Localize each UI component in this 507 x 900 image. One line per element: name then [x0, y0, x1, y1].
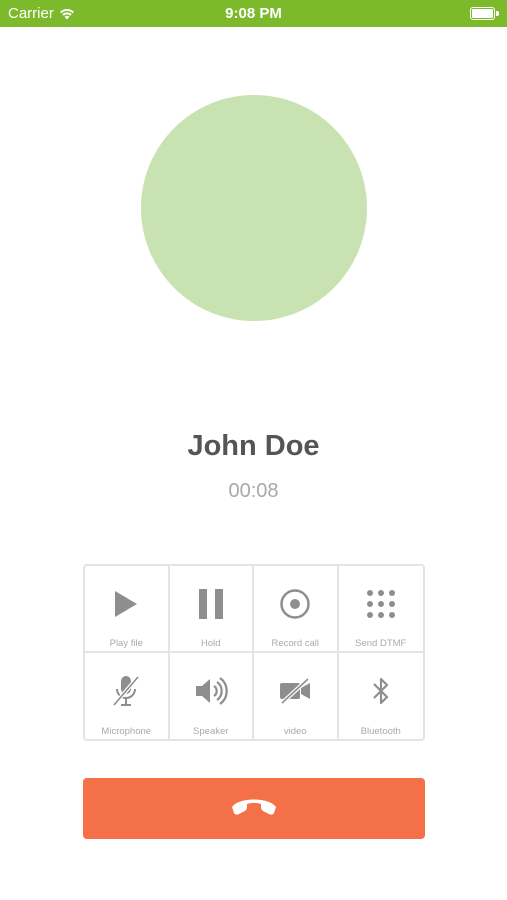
bluetooth-icon — [339, 671, 424, 711]
keypad-icon — [339, 584, 424, 624]
contact-name: John Doe — [187, 430, 320, 462]
hold-button[interactable]: Hold — [169, 566, 254, 653]
play-icon — [85, 584, 168, 624]
microphone-button[interactable]: Microphone — [85, 652, 170, 739]
call-duration: 00:08 — [228, 480, 279, 502]
microphone-muted-icon — [85, 671, 168, 711]
play-file-label: Play file — [109, 637, 143, 649]
send-dtmf-button[interactable]: Send DTMF — [338, 566, 424, 653]
play-file-button[interactable]: Play file — [85, 566, 170, 653]
video-off-icon — [254, 671, 337, 711]
phone-hangup-icon — [229, 795, 279, 822]
speaker-label: Speaker — [193, 726, 229, 737]
microphone-label: Microphone — [101, 726, 152, 737]
contact-avatar — [141, 95, 367, 321]
record-icon — [254, 584, 337, 624]
bluetooth-label: Bluetooth — [360, 726, 401, 737]
hangup-button[interactable] — [83, 778, 425, 839]
video-button[interactable]: video — [254, 652, 339, 739]
send-dtmf-label: Send DTMF — [355, 637, 407, 649]
bluetooth-button[interactable]: Bluetooth — [339, 653, 424, 740]
battery-icon — [470, 7, 499, 20]
video-label: video — [283, 726, 307, 737]
record-call-label: Record call — [271, 637, 320, 649]
hold-label: Hold — [200, 637, 221, 649]
speaker-icon — [170, 671, 253, 711]
status-time: 9:08 PM — [225, 5, 282, 22]
status-bar: Carrier 9:08 PM — [0, 0, 507, 27]
record-call-button[interactable]: Record call — [254, 566, 339, 653]
speaker-button[interactable]: Speaker — [170, 652, 254, 739]
call-controls-grid: Play file Hold Record call Send DTMF Mic… — [83, 564, 425, 741]
pause-icon — [170, 584, 253, 624]
